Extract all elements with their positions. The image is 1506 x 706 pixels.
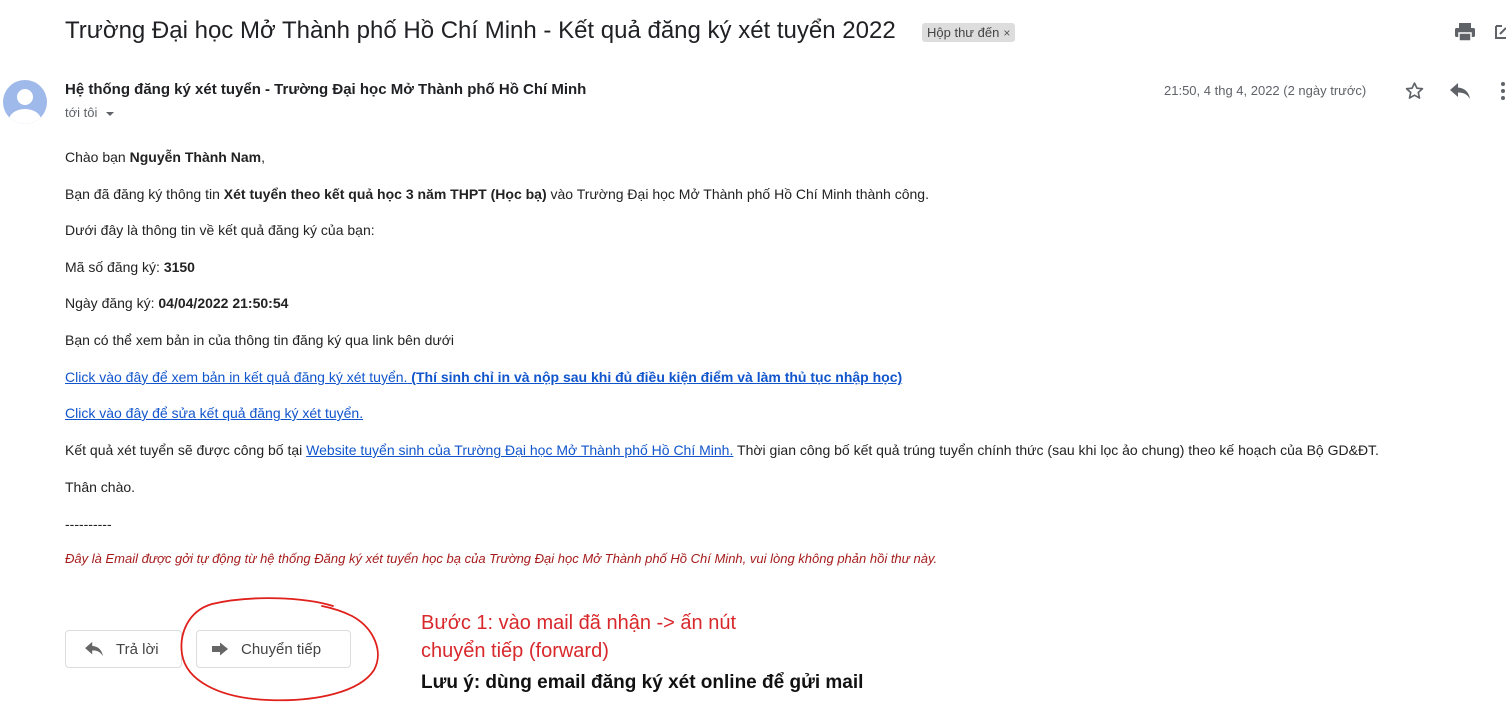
- reply-button[interactable]: Trả lời: [65, 630, 182, 668]
- email-subject: Trường Đại học Mở Thành phố Hồ Chí Minh …: [65, 17, 896, 44]
- announcement-suffix: Thời gian công bố kết quả trúng tuyển ch…: [733, 442, 1379, 458]
- inbox-label: Hộp thư đến: [927, 25, 1000, 40]
- registration-success-line: Bạn đã đăng ký thông tin Xét tuyển theo …: [65, 186, 929, 202]
- registration-date-line: Ngày đăng ký: 04/04/2022 21:50:54: [65, 295, 288, 311]
- auto-email-notice: Đây là Email được gởi tự động từ hệ thốn…: [65, 551, 938, 566]
- print-link-line: Click vào đây để xem bản in kết quả đăng…: [65, 369, 902, 385]
- print-result-link[interactable]: Click vào đây để xem bản in kết quả đăng…: [65, 369, 407, 385]
- admission-method: Xét tuyển theo kết quả học 3 năm THPT (H…: [223, 186, 547, 202]
- announcement-line: Kết quả xét tuyển sẽ được công bố tại We…: [65, 442, 1379, 458]
- greeting-suffix: ,: [261, 149, 265, 165]
- admission-website-link[interactable]: Website tuyển sinh của Trường Đại học Mở…: [306, 442, 733, 458]
- success-prefix: Bạn đã đăng ký thông tin: [65, 186, 224, 202]
- dropdown-icon[interactable]: [105, 110, 115, 118]
- announcement-prefix: Kết quả xét tuyển sẽ được công bố tại: [65, 442, 307, 458]
- edit-result-link[interactable]: Click vào đây để sửa kết quả đăng ký xét…: [65, 405, 363, 421]
- closing-line: Thân chào.: [65, 479, 136, 495]
- edit-link-line: Click vào đây để sửa kết quả đăng ký xét…: [65, 405, 363, 421]
- reply-button-label: Trả lời: [116, 640, 159, 658]
- annotation-step-line2: chuyển tiếp (forward): [421, 640, 609, 662]
- print-result-note-link[interactable]: (Thí sinh chỉ in và nộp sau khi đủ điều …: [407, 369, 902, 385]
- registration-number-value: 3150: [163, 259, 195, 275]
- avatar-icon: [9, 89, 41, 124]
- reply-icon[interactable]: [1449, 82, 1471, 100]
- inbox-label-chip[interactable]: Hộp thư đến ×: [922, 23, 1016, 42]
- more-icon[interactable]: [1500, 82, 1506, 100]
- star-icon[interactable]: [1404, 81, 1425, 101]
- reply-button-icon: [85, 641, 103, 657]
- annotation-circle: [180, 597, 379, 702]
- annotation-note: Lưu ý: dùng email đăng ký xét online để …: [421, 672, 864, 693]
- annotation-step: Bước 1: vào mail đã nhận -> ấn nút chuyể…: [421, 609, 736, 665]
- print-icon[interactable]: [1454, 22, 1476, 42]
- recipient-label: tới tôi: [65, 105, 98, 120]
- sender-avatar[interactable]: [3, 80, 47, 124]
- separator-line: ----------: [65, 516, 112, 532]
- annotation-step-line1: Bước 1: vào mail đã nhận -> ấn nút: [421, 612, 737, 634]
- info-intro-line: Dưới đây là thông tin về kết quả đăng ký…: [65, 222, 375, 238]
- recipient-details[interactable]: tới tôi: [65, 105, 115, 120]
- print-info-line: Bạn có thể xem bản in của thông tin đăng…: [65, 332, 455, 348]
- email-date: 21:50, 4 thg 4, 2022 (2 ngày trước): [1164, 83, 1367, 98]
- sender-name: Hệ thống đăng ký xét tuyển - Trường Đại …: [65, 81, 587, 98]
- remove-label-icon[interactable]: ×: [1003, 26, 1010, 40]
- registration-date-label: Ngày đăng ký:: [65, 295, 159, 311]
- candidate-name: Nguyễn Thành Nam: [129, 149, 262, 165]
- greeting-line: Chào bạn Nguyễn Thành Nam,: [65, 149, 265, 165]
- registration-date-value: 04/04/2022 21:50:54: [158, 295, 289, 311]
- greeting-prefix: Chào bạn: [65, 149, 130, 165]
- new-window-icon[interactable]: [1494, 22, 1506, 42]
- success-suffix: vào Trường Đại học Mở Thành phố Hồ Chí M…: [546, 186, 929, 202]
- registration-number-line: Mã số đăng ký: 3150: [65, 259, 195, 275]
- registration-number-label: Mã số đăng ký:: [65, 259, 164, 275]
